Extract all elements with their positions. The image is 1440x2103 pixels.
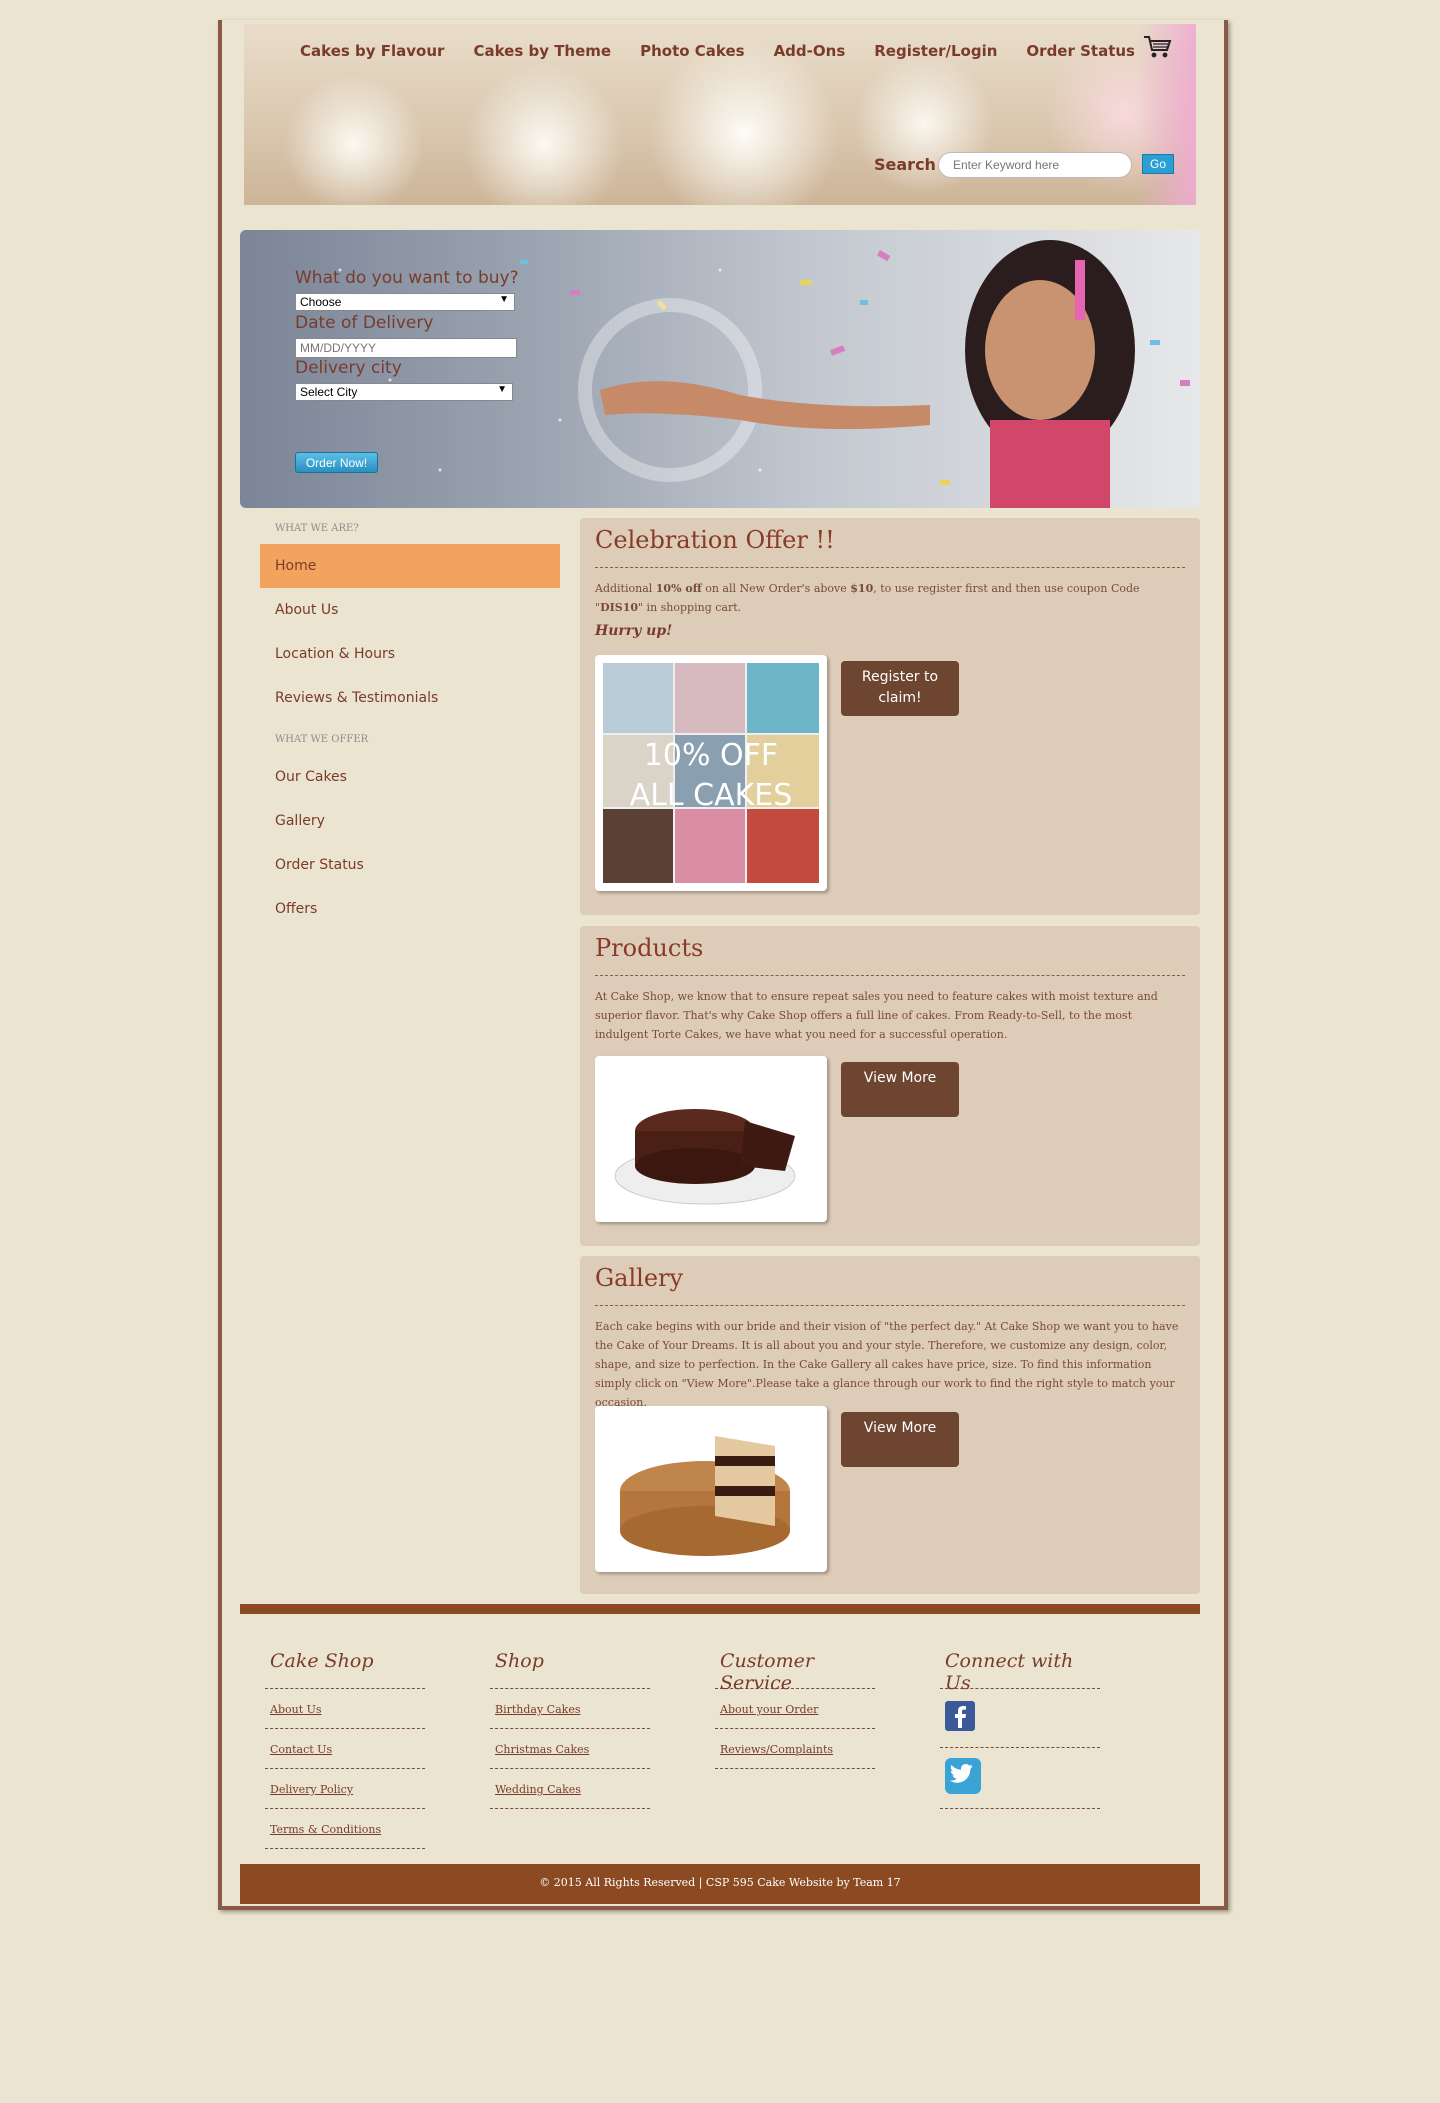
- cart-icon[interactable]: [1142, 34, 1172, 60]
- nav-register-login[interactable]: Register/Login: [874, 42, 997, 60]
- sidebar-item-about-us[interactable]: About Us: [260, 588, 560, 632]
- sidebar-section-heading: WHAT WE ARE?: [275, 523, 359, 534]
- delivery-city-label: Delivery city: [295, 358, 402, 378]
- offer-text: Additional 10% off on all New Order's ab…: [595, 582, 1140, 614]
- city-select-value: Select City: [300, 385, 358, 399]
- offer-image-text-1: 10% OFF: [644, 738, 778, 773]
- delivery-date-input[interactable]: [295, 338, 517, 358]
- products-text: At Cake Shop, we know that to ensure rep…: [595, 990, 1158, 1041]
- footer-link-terms[interactable]: Terms & Conditions: [265, 1809, 425, 1849]
- chocolate-cake-image: [614, 1109, 796, 1205]
- footer-link-birthday-cakes[interactable]: Birthday Cakes: [490, 1689, 650, 1729]
- products-title: Products: [595, 934, 704, 962]
- order-now-button[interactable]: Order Now!: [295, 452, 378, 473]
- footer-link-christmas-cakes[interactable]: Christmas Cakes: [490, 1729, 650, 1769]
- site-header: Cakes by Flavour Cakes by Theme Photo Ca…: [244, 24, 1196, 205]
- nav-order-status[interactable]: Order Status: [1026, 42, 1135, 60]
- footer-column-cake-shop: Cake Shop About Us Contact Us Delivery P…: [265, 1650, 425, 1849]
- city-select[interactable]: Select City ▼: [295, 383, 513, 401]
- delivery-date-label: Date of Delivery: [295, 313, 434, 333]
- gallery-image: [595, 1406, 827, 1572]
- sidebar-item-location-hours[interactable]: Location & Hours: [260, 632, 560, 676]
- products-panel: Products At Cake Shop, we know that to e…: [580, 926, 1200, 1246]
- facebook-icon[interactable]: [945, 1701, 975, 1731]
- footer-link-contact-us[interactable]: Contact Us: [265, 1729, 425, 1769]
- sidebar-item-our-cakes[interactable]: Our Cakes: [260, 755, 560, 799]
- offer-title: Celebration Offer !!: [595, 526, 835, 554]
- sidebar-item-home[interactable]: Home: [260, 544, 560, 588]
- footer-link-wedding-cakes[interactable]: Wedding Cakes: [490, 1769, 650, 1809]
- caramel-cake-image: [620, 1436, 790, 1556]
- search-label: Search: [874, 155, 936, 174]
- buy-select-value: Choose: [300, 295, 342, 309]
- footer-column-connect: Connect with Us: [940, 1650, 1100, 1809]
- footer-column-shop: Shop Birthday Cakes Christmas Cakes Wedd…: [490, 1650, 650, 1809]
- nav-cakes-by-flavour[interactable]: Cakes by Flavour: [300, 42, 444, 60]
- footer-link-reviews-complaints[interactable]: Reviews/Complaints: [715, 1729, 875, 1769]
- divider: [595, 567, 1185, 568]
- footer-heading: Connect with Us: [940, 1650, 1100, 1694]
- footer-divider-bar: [240, 1604, 1200, 1614]
- gallery-title: Gallery: [595, 1264, 684, 1292]
- products-image: [595, 1056, 827, 1222]
- twitter-icon[interactable]: [945, 1758, 981, 1794]
- footer-heading: Shop: [490, 1650, 650, 1689]
- gallery-view-more-button[interactable]: View More: [841, 1412, 959, 1467]
- offer-image-text-2: ALL CAKES: [630, 778, 793, 813]
- nav-add-ons[interactable]: Add-Ons: [774, 42, 846, 60]
- offer-panel: Celebration Offer !! Additional 10% off …: [580, 518, 1200, 915]
- gallery-panel: Gallery Each cake begins with our bride …: [580, 1256, 1200, 1594]
- buy-question-label: What do you want to buy?: [295, 268, 519, 288]
- twitter-link[interactable]: [940, 1748, 1100, 1809]
- copyright-bar: © 2015 All Rights Reserved | CSP 595 Cak…: [240, 1864, 1200, 1904]
- facebook-link[interactable]: [940, 1689, 1100, 1748]
- chevron-down-icon: ▼: [499, 294, 509, 305]
- sidebar-item-offers[interactable]: Offers: [260, 887, 560, 931]
- footer-link-about-your-order[interactable]: About your Order: [715, 1689, 875, 1729]
- gallery-text: Each cake begins with our bride and thei…: [595, 1320, 1179, 1409]
- main-nav: Cakes by Flavour Cakes by Theme Photo Ca…: [300, 42, 1164, 60]
- footer-heading: Customer Service: [715, 1650, 875, 1694]
- girl-photo: [965, 240, 1135, 508]
- divider: [595, 1305, 1185, 1306]
- offer-collage: 10% OFF ALL CAKES: [603, 663, 819, 883]
- sidebar-item-order-status[interactable]: Order Status: [260, 843, 560, 887]
- divider: [595, 975, 1185, 976]
- footer-column-customer-service: Customer Service About your Order Review…: [715, 1650, 875, 1769]
- hurry-up-text: Hurry up!: [595, 623, 673, 639]
- sidebar-section-heading: WHAT WE OFFER: [275, 734, 369, 745]
- hero-banner: What do you want to buy? Choose ▼ Date o…: [240, 230, 1200, 508]
- footer-heading: Cake Shop: [265, 1650, 425, 1689]
- search-input[interactable]: [938, 152, 1132, 178]
- search-go-button[interactable]: Go: [1142, 154, 1174, 174]
- chevron-down-icon: ▼: [497, 384, 507, 395]
- sidebar-item-gallery[interactable]: Gallery: [260, 799, 560, 843]
- buy-select[interactable]: Choose ▼: [295, 293, 515, 311]
- sidebar-item-reviews[interactable]: Reviews & Testimonials: [260, 676, 560, 720]
- nav-photo-cakes[interactable]: Photo Cakes: [640, 42, 744, 60]
- nav-cakes-by-theme[interactable]: Cakes by Theme: [473, 42, 611, 60]
- footer-link-about-us[interactable]: About Us: [265, 1689, 425, 1729]
- offer-image: 10% OFF ALL CAKES: [595, 655, 827, 891]
- register-to-claim-button[interactable]: Register to claim!: [841, 661, 959, 716]
- footer-link-delivery-policy[interactable]: Delivery Policy: [265, 1769, 425, 1809]
- products-view-more-button[interactable]: View More: [841, 1062, 959, 1117]
